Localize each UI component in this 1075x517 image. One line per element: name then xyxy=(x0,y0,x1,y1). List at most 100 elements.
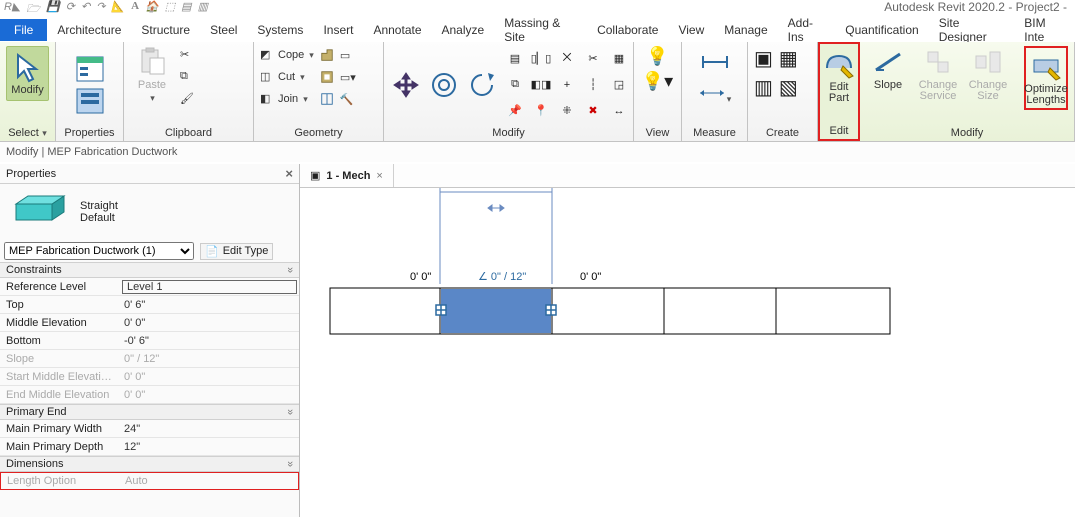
cut-clipboard-button[interactable]: ✂ xyxy=(180,46,194,64)
measure-button[interactable] xyxy=(693,46,737,78)
collapse-icon[interactable] xyxy=(287,264,293,276)
property-row[interactable]: Slope0" / 12" xyxy=(0,350,299,368)
property-value[interactable]: 12" xyxy=(120,441,299,453)
instance-selector[interactable]: MEP Fabrication Ductwork (1) xyxy=(4,242,194,260)
notch-icon[interactable] xyxy=(320,46,334,64)
array-icon[interactable]: ▦ xyxy=(608,48,630,70)
property-value[interactable]: 0' 0" xyxy=(120,389,299,401)
property-row[interactable]: Main Primary Width24" xyxy=(0,420,299,438)
cut-geom-button[interactable]: ◫Cut▾ xyxy=(260,68,314,86)
copy-clipboard-button[interactable]: ⧉ xyxy=(180,68,194,86)
property-row[interactable]: Top0' 6" xyxy=(0,296,299,314)
tab-view[interactable]: View xyxy=(668,19,714,41)
property-value[interactable]: 0' 0" xyxy=(120,317,299,329)
create-parts-icon[interactable]: ▧ xyxy=(779,75,798,100)
rotate-button[interactable] xyxy=(466,69,498,101)
paste-button[interactable]: Paste▾ xyxy=(130,46,174,104)
beam-join-icon[interactable]: ▭▾ xyxy=(340,68,356,86)
open-icon[interactable]: 🗁 xyxy=(26,0,40,19)
demolish-icon[interactable]: 🔨 xyxy=(340,90,356,108)
matchtype-button[interactable]: 🖌 xyxy=(180,90,194,108)
scale-icon[interactable]: ◲ xyxy=(608,74,630,96)
delete-icon[interactable]: ✖ xyxy=(582,100,604,122)
trim-extend-icon[interactable]: ⨉ xyxy=(556,48,578,70)
tab-analyze[interactable]: Analyze xyxy=(432,19,495,41)
property-row[interactable]: Length OptionAuto xyxy=(0,472,299,490)
tab-architecture[interactable]: Architecture xyxy=(47,19,131,41)
create-assembly-icon[interactable]: ▦ xyxy=(779,46,798,71)
section-icon[interactable]: ⬚ xyxy=(165,0,175,19)
edit-part-button[interactable]: Edit Part xyxy=(823,48,855,104)
measure-dropdown-icon[interactable]: ▾ xyxy=(698,84,732,105)
primary-end-heading: Primary End xyxy=(6,406,67,418)
tab-collaborate[interactable]: Collaborate xyxy=(587,19,668,41)
type-selector[interactable]: Straight Default xyxy=(0,184,299,240)
collapse-icon[interactable] xyxy=(287,406,293,418)
property-value[interactable]: 0' 0" xyxy=(120,371,299,383)
save-icon[interactable]: 💾 xyxy=(46,0,60,19)
property-value[interactable]: 0" / 12" xyxy=(120,353,299,365)
join-button[interactable]: ◧Join▾ xyxy=(260,90,314,108)
property-value[interactable]: 24" xyxy=(120,423,299,435)
close-icon[interactable]: × xyxy=(285,166,293,181)
tab-annotate[interactable]: Annotate xyxy=(363,19,431,41)
trim-single-icon[interactable]: + xyxy=(556,74,578,96)
optimize-lengths-button[interactable]: Optimize Lengths xyxy=(1024,46,1068,110)
properties-icon[interactable] xyxy=(75,55,105,83)
property-value[interactable]: 0' 6" xyxy=(120,299,299,311)
offset-button[interactable] xyxy=(428,69,460,101)
thin-lines-icon[interactable]: ▤ xyxy=(181,0,191,19)
property-value[interactable]: -0' 6" xyxy=(120,335,299,347)
property-row[interactable]: Main Primary Depth12" xyxy=(0,438,299,456)
tab-file[interactable]: File xyxy=(0,19,47,41)
measure-icon[interactable]: 📐 xyxy=(111,0,125,19)
copy-mod-icon[interactable]: ⧉ xyxy=(504,74,526,96)
close-hidden-icon[interactable]: ▥ xyxy=(198,0,208,19)
unpin-icon[interactable]: 📍 xyxy=(530,100,552,122)
mirror-axis-icon[interactable]: ▯▏▯ xyxy=(530,48,552,70)
view-tab-mech[interactable]: ▣ 1 - Mech × xyxy=(300,164,394,187)
tab-steel[interactable]: Steel xyxy=(200,19,247,41)
sync-icon[interactable]: ⟳ xyxy=(66,0,75,19)
type-properties-icon[interactable] xyxy=(75,87,105,115)
redo-icon[interactable]: ↷ xyxy=(96,0,105,19)
move-button[interactable] xyxy=(390,69,422,101)
tab-systems[interactable]: Systems xyxy=(247,19,313,41)
cope-button[interactable]: ◩Cope▾ xyxy=(260,46,314,64)
create-similar-icon[interactable]: ▣ xyxy=(754,46,773,71)
3d-icon[interactable]: 🏠 xyxy=(145,0,159,19)
pin-icon[interactable]: 📌 xyxy=(504,100,526,122)
close-view-icon[interactable]: × xyxy=(376,170,382,182)
split-face-icon[interactable] xyxy=(320,90,334,108)
tab-insert[interactable]: Insert xyxy=(313,19,363,41)
text-icon[interactable]: A xyxy=(131,0,139,19)
trim-multi-icon[interactable]: ⁜ xyxy=(556,100,578,122)
slope-button[interactable]: Slope xyxy=(866,46,910,91)
modify-button[interactable]: Modify xyxy=(6,46,49,101)
property-value[interactable]: Auto xyxy=(121,475,298,487)
split-gap-icon[interactable]: ┆ xyxy=(582,74,604,96)
property-row[interactable]: Middle Elevation0' 0" xyxy=(0,314,299,332)
property-value[interactable]: Level 1 xyxy=(122,280,297,294)
create-group-icon[interactable]: ▥ xyxy=(754,75,773,100)
undo-icon[interactable]: ↶ xyxy=(81,0,90,19)
tab-structure[interactable]: Structure xyxy=(131,19,200,41)
hide-icon[interactable]: 💡 xyxy=(646,46,668,67)
chevron-down-icon[interactable]: ▾ xyxy=(40,128,47,138)
tab-quantification[interactable]: Quantification xyxy=(835,19,928,41)
property-row[interactable]: Bottom-0' 6" xyxy=(0,332,299,350)
override-icon[interactable]: 💡▾ xyxy=(642,71,673,92)
collapse-icon[interactable] xyxy=(287,458,293,470)
property-row[interactable]: Start Middle Elevati…0' 0" xyxy=(0,368,299,386)
tab-manage[interactable]: Manage xyxy=(714,19,777,41)
split-icon[interactable]: ✂ xyxy=(582,48,604,70)
offset-icon-2[interactable]: ↔ xyxy=(608,100,630,122)
align-icon[interactable]: ▤ xyxy=(504,48,526,70)
mirror-draw-icon[interactable]: ◧◨ xyxy=(530,74,552,96)
drawing-canvas[interactable]: 0' 0" ∠ 0" / 12" 0' 0" xyxy=(300,188,1075,517)
wall-opening-icon[interactable]: ▭ xyxy=(340,46,356,64)
property-row[interactable]: Reference LevelLevel 1 xyxy=(0,278,299,296)
edit-type-button[interactable]: 📄 Edit Type xyxy=(200,243,273,260)
opening-icon[interactable] xyxy=(320,68,334,86)
property-row[interactable]: End Middle Elevation0' 0" xyxy=(0,386,299,404)
